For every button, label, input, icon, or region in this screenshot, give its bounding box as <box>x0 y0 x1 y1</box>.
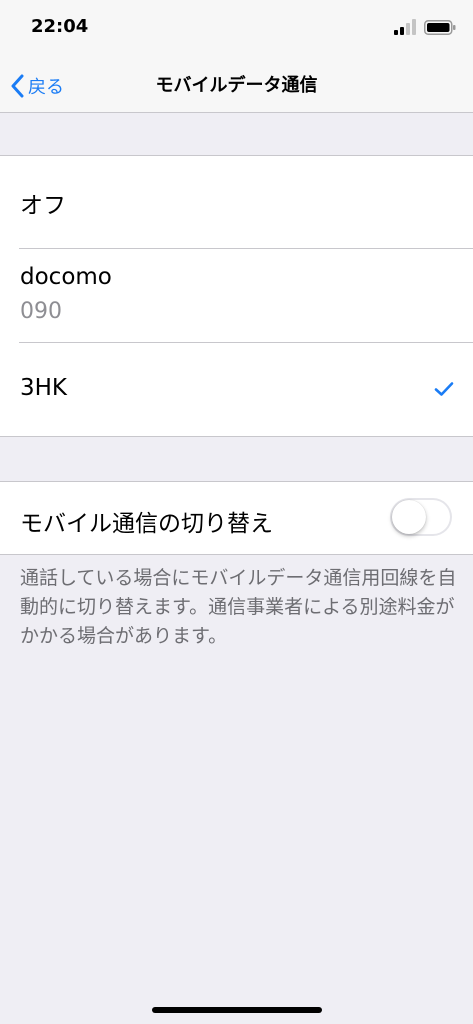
status-time: 22:04 <box>31 16 89 37</box>
cellular-signal-icon <box>394 19 416 35</box>
footer-description: 通話している場合にモバイルデータ通信用回線を自動的に切り替えます。通信事業者によ… <box>20 567 457 647</box>
carrier-title: オフ <box>20 193 66 219</box>
carrier-row-3hk[interactable]: 3HK <box>0 343 473 436</box>
switching-group: モバイル通信の切り替え <box>0 481 473 555</box>
home-indicator[interactable] <box>152 1007 322 1013</box>
back-button-label: 戻る <box>28 77 64 98</box>
carrier-number: 090 <box>20 299 62 324</box>
battery-icon <box>424 20 456 35</box>
carrier-title: docomo <box>20 264 112 290</box>
status-bar: 22:04 <box>0 0 473 60</box>
carrier-title: 3HK <box>20 375 68 401</box>
checkmark-icon <box>434 382 454 396</box>
carrier-list: オフ docomo 090 3HK <box>0 155 473 437</box>
navigation-bar: モバイルデータ通信 戻る <box>0 60 473 113</box>
carrier-row-docomo[interactable]: docomo 090 <box>0 249 473 343</box>
carrier-row-off[interactable]: オフ <box>0 156 473 249</box>
switching-toggle[interactable] <box>390 498 452 536</box>
toggle-knob <box>392 500 426 534</box>
page-title: モバイルデータ通信 <box>155 75 318 96</box>
switching-row: モバイル通信の切り替え <box>0 482 473 554</box>
chevron-left-icon <box>11 74 24 98</box>
switching-label: モバイル通信の切り替え <box>20 511 273 537</box>
back-button[interactable]: 戻る <box>10 68 64 104</box>
